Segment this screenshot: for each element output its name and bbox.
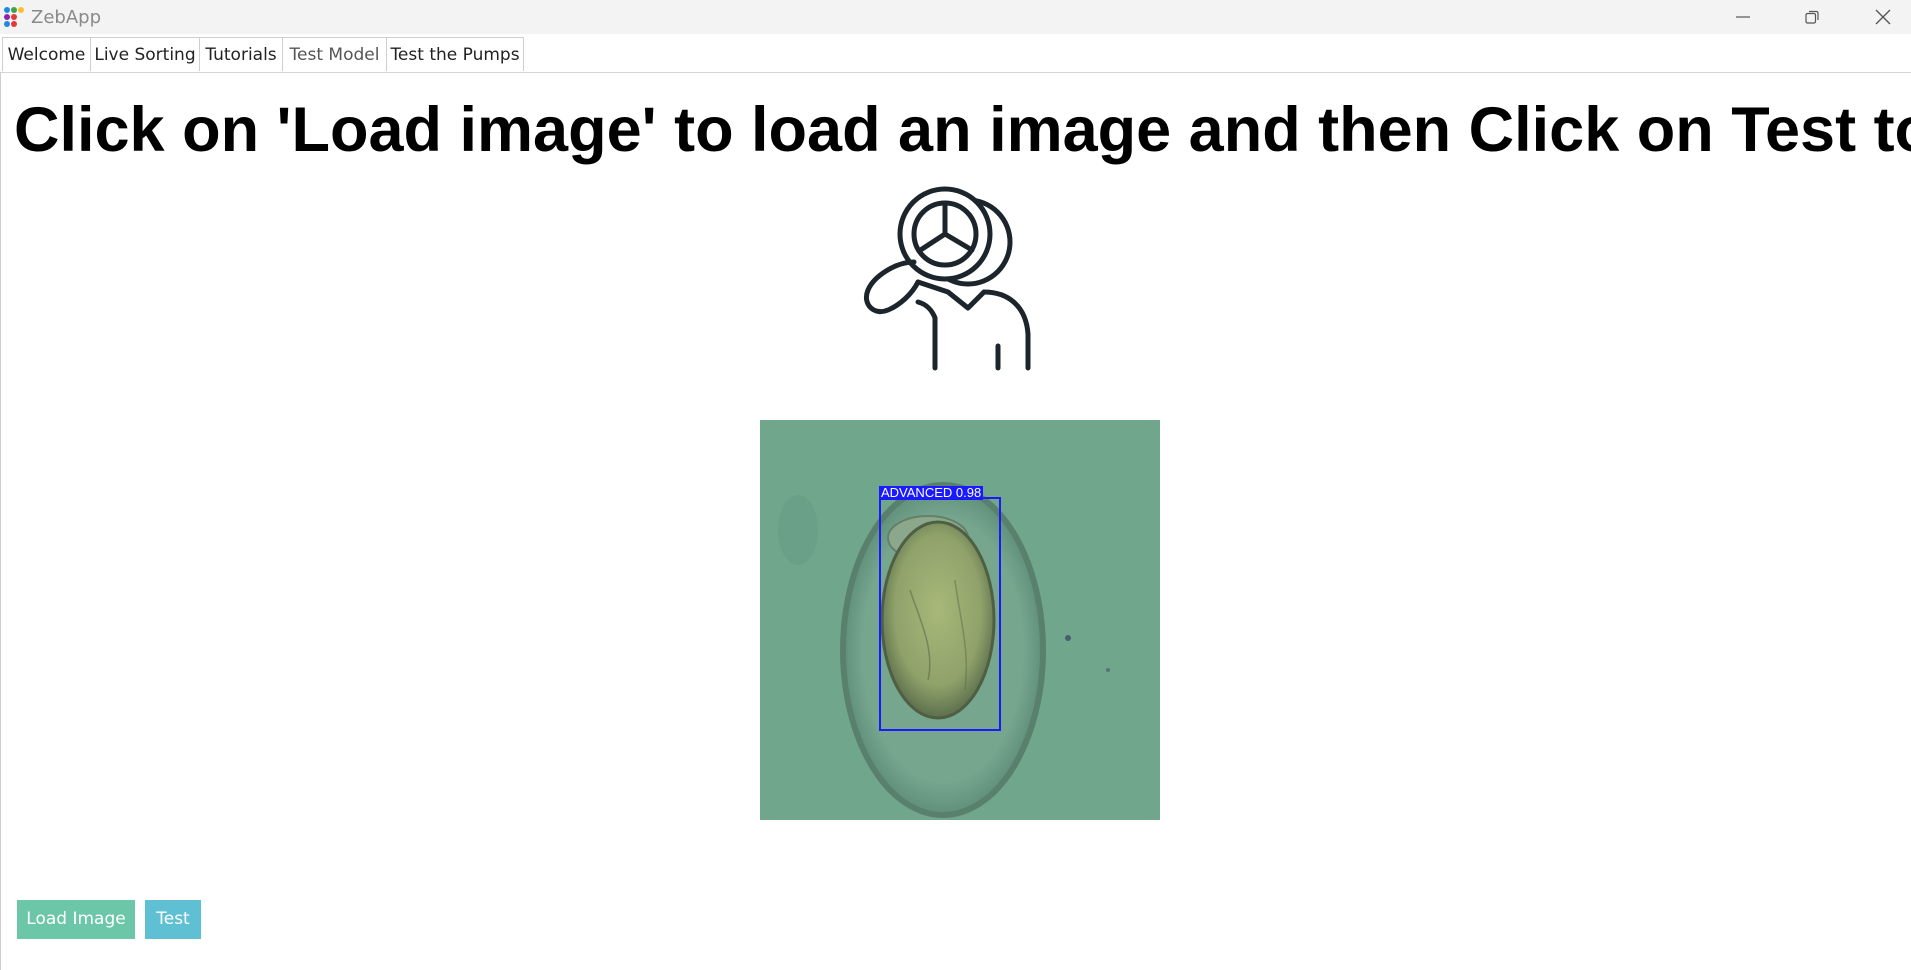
tab-test-model[interactable]: Test Model <box>282 37 387 71</box>
load-image-button[interactable]: Load Image <box>17 900 135 939</box>
tab-live-sorting[interactable]: Live Sorting <box>90 37 200 71</box>
restore-icon <box>1805 10 1819 24</box>
tab-test-the-pumps[interactable]: Test the Pumps <box>386 37 524 71</box>
app-title: ZebApp <box>31 7 101 28</box>
tab-welcome[interactable]: Welcome <box>2 37 91 71</box>
app-dots-icon <box>4 7 24 27</box>
result-image <box>760 420 1160 820</box>
detection-label: ADVANCED 0.98 <box>879 485 984 500</box>
tab-bar: Welcome Live Sorting Tutorials Test Mode… <box>0 34 1911 73</box>
test-button[interactable]: Test <box>145 900 201 939</box>
minimize-button[interactable] <box>1720 0 1766 34</box>
app-window: ZebApp Welcome Live Sorting Tutorials Te… <box>0 0 1911 970</box>
instruction-heading: Click on 'Load image' to load an image a… <box>14 95 1911 165</box>
title-bar: ZebApp <box>0 0 1911 34</box>
close-icon <box>1875 9 1891 25</box>
minimize-icon <box>1736 16 1750 18</box>
content-border <box>0 72 1 970</box>
person-magnifier-icon <box>864 186 1031 371</box>
tab-tutorials[interactable]: Tutorials <box>199 37 283 71</box>
restore-button[interactable] <box>1789 0 1835 34</box>
close-button[interactable] <box>1860 0 1906 34</box>
